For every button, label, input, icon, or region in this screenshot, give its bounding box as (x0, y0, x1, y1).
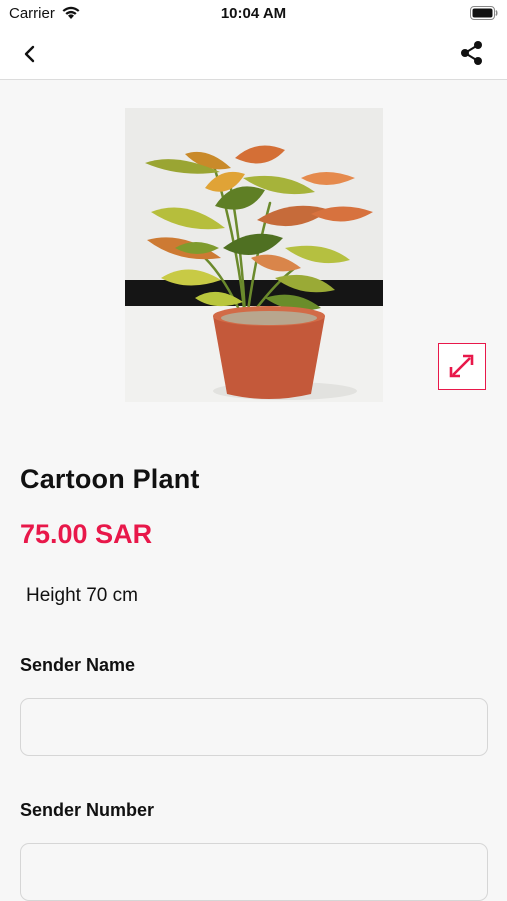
status-bar: Carrier 10:04 AM (0, 0, 507, 28)
chevron-left-icon (24, 45, 35, 63)
share-button[interactable] (456, 37, 488, 69)
product-title: Cartoon Plant (20, 464, 200, 494)
sender-number-label: Sender Number (20, 800, 155, 820)
sender-number-input[interactable] (20, 843, 488, 901)
back-button[interactable] (14, 38, 46, 70)
expand-image-button[interactable] (438, 343, 486, 390)
product-description: Height 70 cm (26, 585, 138, 606)
product-price: 75.00 SAR (20, 519, 153, 549)
sender-name-input[interactable] (20, 698, 488, 756)
product-image[interactable] (125, 108, 383, 402)
expand-arrows-icon (449, 354, 474, 378)
share-icon (461, 41, 482, 65)
sender-name-label: Sender Name (20, 655, 136, 675)
status-time: 10:04 AM (220, 5, 287, 22)
battery-icon (470, 6, 498, 25)
navigation-bar (0, 28, 507, 80)
